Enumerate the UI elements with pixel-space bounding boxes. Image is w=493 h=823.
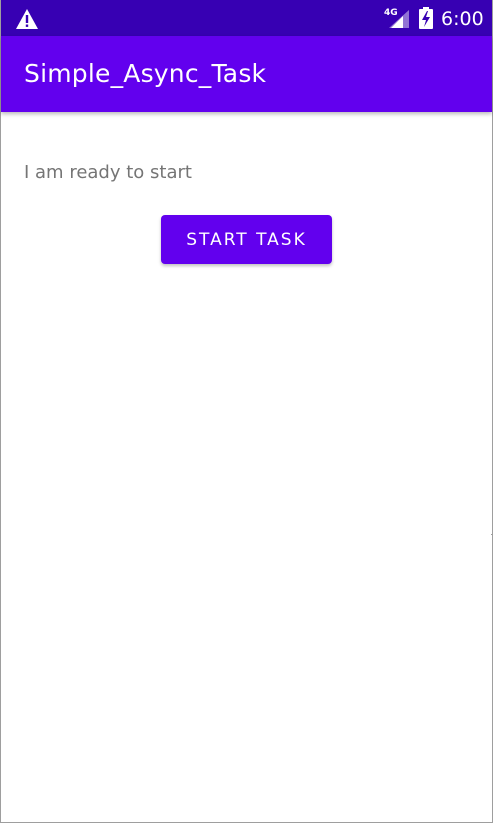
- status-bar: 4G 6:00: [1, 0, 492, 36]
- app-title: Simple_Async_Task: [24, 59, 267, 88]
- clock: 6:00: [441, 8, 484, 30]
- warning-icon: [16, 9, 38, 29]
- start-task-button[interactable]: START TASK: [161, 215, 332, 264]
- battery-charging-icon: [419, 7, 433, 29]
- phone-screen: 4G 6:00 Simple_Async_Task I am ready to …: [0, 0, 493, 823]
- status-message: I am ready to start: [24, 162, 192, 183]
- app-bar: Simple_Async_Task: [1, 36, 492, 112]
- signal-icon: [389, 10, 409, 28]
